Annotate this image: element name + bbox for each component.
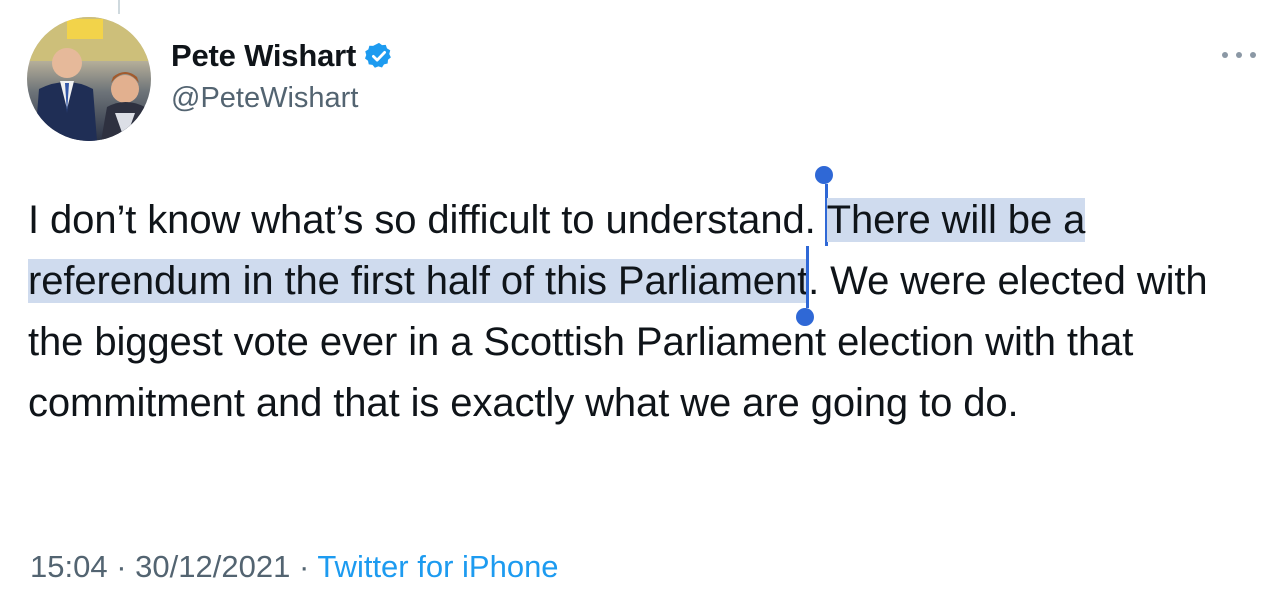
verified-badge-icon xyxy=(365,42,391,68)
tweet-metadata: 15:04 · 30/12/2021 · Twitter for iPhone xyxy=(30,549,559,585)
ellipsis-icon xyxy=(1250,52,1256,58)
thread-connector-line xyxy=(118,0,120,14)
separator-dot: · xyxy=(116,549,127,584)
author-display-name[interactable]: Pete Wishart xyxy=(171,38,356,74)
selection-handle-knob-icon[interactable] xyxy=(796,308,815,326)
author-handle[interactable]: @PeteWishart xyxy=(171,82,358,115)
tweet-source-link[interactable]: Twitter for iPhone xyxy=(317,549,558,584)
author-name-row[interactable]: Pete Wishart xyxy=(171,38,394,74)
tweet-text-before: I don’t know what’s so difficult to unde… xyxy=(28,198,827,242)
avatar[interactable] xyxy=(27,17,151,141)
ellipsis-icon xyxy=(1236,52,1242,58)
tweet-date[interactable]: 30/12/2021 xyxy=(135,549,290,584)
more-options-button[interactable] xyxy=(1222,45,1256,65)
tweet-body[interactable]: I don’t know what’s so difficult to unde… xyxy=(28,166,1263,434)
avatar-photo-icon xyxy=(27,17,151,141)
ellipsis-icon xyxy=(1222,52,1228,58)
separator-dot: · xyxy=(298,549,310,584)
tweet-time[interactable]: 15:04 xyxy=(30,549,108,584)
selection-handle-knob-icon[interactable] xyxy=(814,166,833,184)
